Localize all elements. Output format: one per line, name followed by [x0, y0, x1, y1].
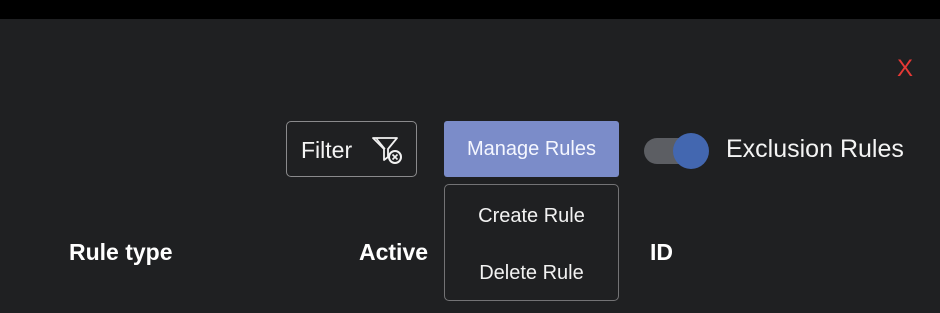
filter-remove-icon [371, 135, 405, 165]
close-button[interactable]: X [893, 56, 917, 82]
exclusion-rules-toggle[interactable] [644, 132, 712, 170]
column-header-active[interactable]: Active [359, 238, 428, 266]
menu-item-create-rule[interactable]: Create Rule [445, 196, 618, 236]
top-bar [0, 0, 940, 19]
exclusion-rules-label: Exclusion Rules [726, 135, 904, 163]
menu-item-delete-rule[interactable]: Delete Rule [445, 253, 618, 293]
filter-button-label: Filter [301, 137, 353, 163]
manage-rules-dropdown: Create Rule Delete Rule [444, 184, 619, 301]
toggle-knob [673, 133, 709, 169]
column-header-id[interactable]: ID [650, 238, 673, 266]
filter-button[interactable]: Filter [286, 121, 417, 177]
column-header-rule-type[interactable]: Rule type [69, 238, 173, 266]
manage-rules-button[interactable]: Manage Rules [444, 121, 619, 177]
